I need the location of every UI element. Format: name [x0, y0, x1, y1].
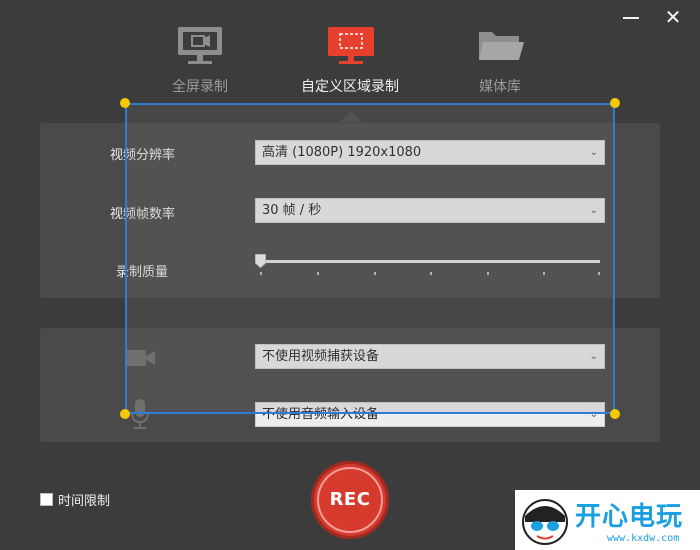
- site-watermark: 开心电玩 www.kxdw.com: [515, 490, 700, 550]
- folder-icon: [479, 32, 524, 60]
- mascot-logo-icon: [522, 499, 568, 545]
- watermark-url: www.kxdw.com: [607, 533, 680, 544]
- minimize-button[interactable]: [620, 6, 642, 28]
- checkbox-box[interactable]: [40, 493, 53, 506]
- close-button[interactable]: ✕: [662, 6, 684, 28]
- tab-media-label: 媒体库: [479, 79, 521, 95]
- region-monitor-icon: [328, 27, 374, 64]
- region-handle-top-right[interactable]: [610, 98, 620, 108]
- tab-fullscreen-record[interactable]: 全屏录制: [140, 24, 260, 96]
- watermark-brand: 开心电玩: [575, 502, 684, 532]
- tab-media-library[interactable]: 媒体库: [440, 24, 560, 96]
- tab-custom-label: 自定义区域录制: [301, 79, 399, 95]
- time-limit-label: 时间限制: [58, 494, 111, 509]
- time-limit-checkbox[interactable]: 时间限制: [40, 490, 110, 509]
- region-handle-bottom-left[interactable]: [120, 409, 130, 419]
- recording-region-selection[interactable]: [125, 103, 615, 414]
- monitor-icon: [178, 27, 222, 64]
- region-handle-top-left[interactable]: [120, 98, 130, 108]
- tab-custom-region-record[interactable]: 自定义区域录制: [290, 24, 410, 96]
- tab-fullscreen-label: 全屏录制: [172, 79, 228, 95]
- record-button[interactable]: REC: [311, 461, 389, 539]
- record-button-label: REC: [329, 489, 371, 510]
- region-handle-bottom-right[interactable]: [610, 409, 620, 419]
